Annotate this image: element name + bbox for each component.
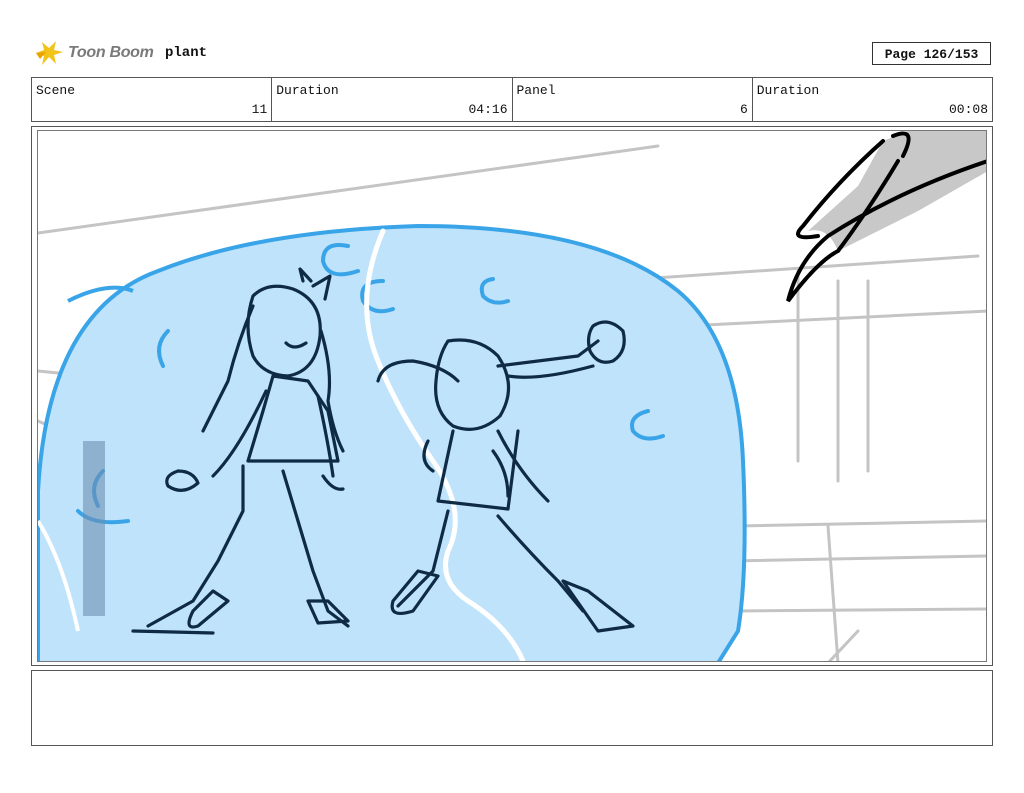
- panel-duration-label: Duration: [756, 83, 820, 98]
- panel-duration-value: 00:08: [948, 102, 988, 117]
- notes-area: [31, 670, 993, 746]
- logo-wordmark: Toon Boom: [68, 44, 154, 61]
- project-name: plant: [165, 45, 208, 61]
- storyboard-sketch-icon: [38, 131, 986, 661]
- scene-duration-value: 04:16: [468, 102, 508, 117]
- panel-artwork: [37, 130, 987, 662]
- scene-duration-cell: Duration 04:16: [272, 78, 513, 121]
- panel-duration-cell: Duration 00:08: [753, 78, 992, 121]
- scene-info-table: Scene 11 Duration 04:16 Panel 6 Duration…: [31, 77, 993, 122]
- scene-cell: Scene 11: [32, 78, 273, 121]
- scene-duration-label: Duration: [276, 83, 339, 98]
- page-indicator: Page 126/153: [872, 42, 991, 65]
- scene-value: 11: [251, 102, 268, 117]
- star-burst-icon: [36, 41, 63, 65]
- scene-label: Scene: [36, 83, 76, 98]
- toon-boom-logo: Toon Boom: [34, 38, 154, 68]
- panel-label: Panel: [516, 83, 556, 98]
- panel-cell: Panel 6: [513, 78, 753, 121]
- panel-value: 6: [739, 102, 748, 117]
